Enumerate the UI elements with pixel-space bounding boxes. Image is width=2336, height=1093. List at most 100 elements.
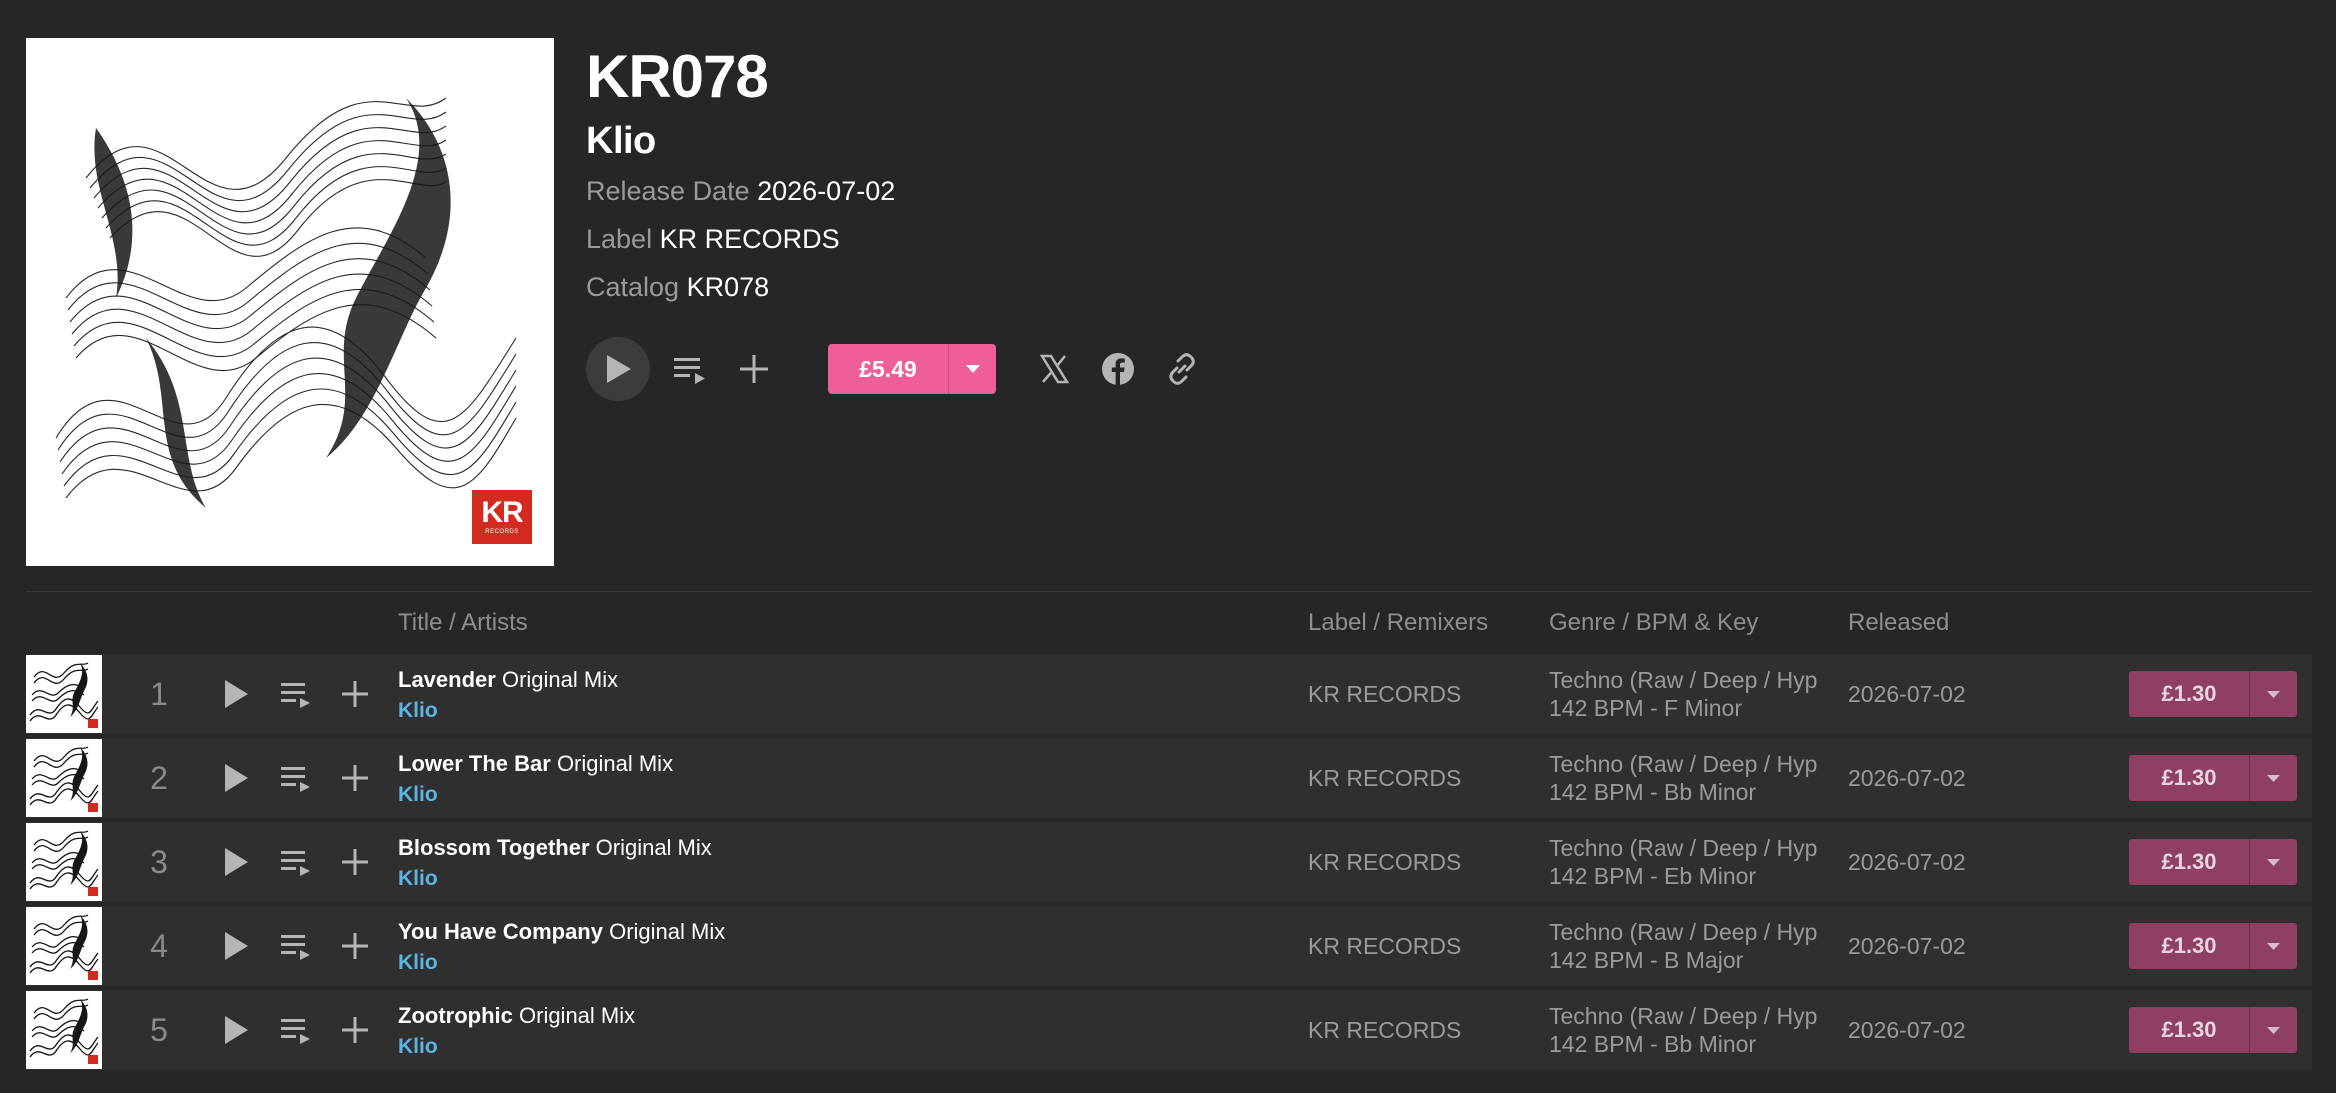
track-title[interactable]: Lavender Original Mix [398,666,618,694]
release-buy-button[interactable]: £5.49 [828,344,996,394]
release-info: KR078 Klio Release Date 2026-07-02 Label… [586,40,895,304]
label-value-link[interactable]: KR RECORDS [660,224,840,254]
catalog-row: Catalog KR078 [586,270,895,304]
track-artwork-thumbnail[interactable] [26,655,102,733]
track-price[interactable]: £1.30 [2129,755,2249,801]
add-track-to-playlist-button[interactable] [335,674,375,714]
track-name[interactable]: Zootrophic [398,1003,513,1028]
track-title[interactable]: Zootrophic Original Mix [398,1002,635,1030]
track-artist-link[interactable]: Klio [398,866,438,892]
track-artwork-thumbnail[interactable] [26,907,102,985]
add-release-to-queue-button[interactable] [670,349,710,389]
album-artwork[interactable]: KR RECORDS [26,38,554,566]
caret-down-icon [2267,1026,2280,1034]
track-artwork-thumbnail[interactable] [26,991,102,1069]
track-mix: Original Mix [519,1003,636,1028]
add-track-to-queue-button[interactable] [276,842,316,882]
track-name[interactable]: Lavender [398,667,496,692]
track-price-dropdown[interactable] [2249,923,2297,969]
share-x-button[interactable] [1034,349,1074,389]
track-price-dropdown[interactable] [2249,1007,2297,1053]
track-artist-link[interactable]: Klio [398,950,438,976]
track-label-link[interactable]: KR RECORDS [1308,990,1461,1070]
track-price[interactable]: £1.30 [2129,671,2249,717]
track-genre-bpm-key: Techno (Raw / Deep / Hypnotic) 142 BPM -… [1549,750,1819,806]
play-icon [225,848,248,876]
add-track-to-queue-button[interactable] [276,674,316,714]
play-track-button[interactable] [216,842,256,882]
track-price-dropdown[interactable] [2249,839,2297,885]
release-artist-link[interactable]: Klio [586,118,895,164]
add-release-to-playlist-button[interactable] [734,349,774,389]
track-genre-link[interactable]: Techno (Raw / Deep / Hypnotic) [1549,666,1819,694]
play-track-button[interactable] [216,674,256,714]
track-artist-link[interactable]: Klio [398,1034,438,1060]
track-bpm-key: 142 BPM - B Major [1549,947,1744,973]
track-genre-bpm-key: Techno (Raw / Deep / Hypnotic) 142 BPM -… [1549,918,1819,974]
track-label-link[interactable]: KR RECORDS [1308,654,1461,734]
track-buy-button[interactable]: £1.30 [2129,1007,2297,1053]
section-divider [26,591,2312,592]
thumbnail-label-logo [88,803,98,812]
track-price[interactable]: £1.30 [2129,1007,2249,1053]
play-track-button[interactable] [216,758,256,798]
logo-text: KR [481,496,523,529]
share-facebook-button[interactable] [1098,349,1138,389]
add-track-to-queue-button[interactable] [276,758,316,798]
play-track-button[interactable] [216,926,256,966]
plus-icon [342,681,368,707]
release-price[interactable]: £5.49 [828,344,948,394]
track-buy-button[interactable]: £1.30 [2129,923,2297,969]
add-track-to-playlist-button[interactable] [335,758,375,798]
track-row: 3 Blossom Together Original Mix Klio KR … [26,822,2312,902]
track-label-link[interactable]: KR RECORDS [1308,738,1461,818]
track-title[interactable]: You Have Company Original Mix [398,918,725,946]
add-track-to-queue-button[interactable] [276,926,316,966]
track-price[interactable]: £1.30 [2129,923,2249,969]
track-genre-link[interactable]: Techno (Raw / Deep / Hypnotic) [1549,1002,1819,1030]
track-artist-link[interactable]: Klio [398,782,438,808]
plus-icon [342,1017,368,1043]
release-actions: £5.49 [586,337,1202,401]
track-buy-button[interactable]: £1.30 [2129,755,2297,801]
track-title[interactable]: Lower The Bar Original Mix [398,750,673,778]
track-artist-link[interactable]: Klio [398,698,438,724]
track-buy-button[interactable]: £1.30 [2129,839,2297,885]
track-price-dropdown[interactable] [2249,671,2297,717]
track-bpm-key: 142 BPM - F Minor [1549,695,1742,721]
add-track-to-playlist-button[interactable] [335,842,375,882]
track-price-dropdown[interactable] [2249,755,2297,801]
track-genre-bpm-key: Techno (Raw / Deep / Hypnotic) 142 BPM -… [1549,834,1819,890]
track-label-link[interactable]: KR RECORDS [1308,906,1461,986]
track-genre-bpm-key: Techno (Raw / Deep / Hypnotic) 142 BPM -… [1549,666,1819,722]
play-track-button[interactable] [216,1010,256,1050]
track-release-date: 2026-07-02 [1848,932,1966,959]
track-number: 1 [150,675,168,712]
play-icon [225,932,248,960]
track-price[interactable]: £1.30 [2129,839,2249,885]
track-artwork-thumbnail[interactable] [26,823,102,901]
track-name[interactable]: You Have Company [398,919,603,944]
play-release-button[interactable] [586,337,650,401]
track-artwork-thumbnail[interactable] [26,739,102,817]
add-to-queue-icon [674,358,705,384]
track-row: 1 Lavender Original Mix Klio KR RECORDS … [26,654,2312,734]
track-genre-link[interactable]: Techno (Raw / Deep / Hypnotic) [1549,834,1819,862]
link-icon [1169,353,1195,385]
track-name[interactable]: Blossom Together [398,835,590,860]
copy-link-button[interactable] [1162,349,1202,389]
track-genre-link[interactable]: Techno (Raw / Deep / Hypnotic) [1549,750,1819,778]
track-genre-link[interactable]: Techno (Raw / Deep / Hypnotic) [1549,918,1819,946]
add-track-to-queue-button[interactable] [276,1010,316,1050]
track-title[interactable]: Blossom Together Original Mix [398,834,712,862]
track-label-link[interactable]: KR RECORDS [1308,822,1461,902]
release-page: KR RECORDS KR078 Klio Release Date 2026-… [0,0,2336,1093]
track-name[interactable]: Lower The Bar [398,751,551,776]
add-track-to-playlist-button[interactable] [335,926,375,966]
add-track-to-playlist-button[interactable] [335,1010,375,1050]
add-to-queue-icon [281,851,310,876]
release-price-dropdown[interactable] [948,344,996,394]
track-buy-button[interactable]: £1.30 [2129,671,2297,717]
thumbnail-label-logo [88,719,98,728]
plus-icon [342,849,368,875]
